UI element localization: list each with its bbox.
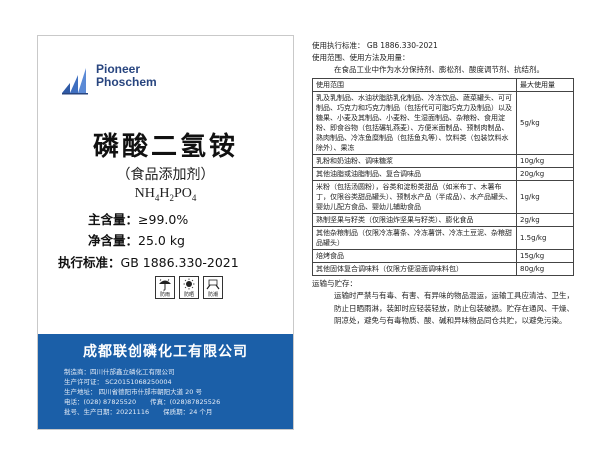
sun-icon: 防晒 — [179, 276, 199, 299]
net-weight-field: 净含量：25.0 kg — [88, 233, 185, 248]
chemical-formula: NH4H2PO4 — [134, 186, 197, 203]
logo-line-2: Phoschem — [96, 75, 157, 89]
header-scope: 使用范围 — [312, 78, 517, 92]
manufacturer-info: 制造商：四川什邡鑫立磷化工有限公司 生产许可证： SC2015106825000… — [64, 367, 220, 417]
batch-line: 批号、生产日期：20221116 保质期：24 个月 — [64, 408, 213, 416]
address-line: 生产地址： 四川省德阳市什邡市朝阳大道 20 号 — [64, 388, 202, 396]
storage-text: 运输时严禁与有毒、有害、有异味的物品混运，运输工具应清洁、卫生，防止日晒雨淋，装… — [334, 291, 574, 325]
header-max-dose: 最大使用量 — [516, 78, 574, 92]
table-row: 其他固体复合调味料（仅限方便湿面调味料包） 80g/kg — [312, 262, 574, 276]
logo-mark-icon — [60, 65, 90, 95]
table-row: 焙烤食品 15g/kg — [312, 249, 574, 263]
table-row: 乳粉和奶油粉、调味糖浆 10g/kg — [312, 154, 574, 168]
spec-standard: 使用执行标准： GB 1886.330-2021 — [312, 41, 438, 50]
company-logo: Pioneer Phoschem — [60, 63, 157, 95]
usage-table: 使用范围 最大使用量 乳及乳制品、水油状脂肪乳化制品、冷冻饮品、蔬菜罐头、可可制… — [312, 78, 574, 276]
standard-field: 执行标准：GB 1886.330-2021 — [58, 255, 239, 270]
table-row: 其他油脂或油脂制品、复合调味品 20g/kg — [312, 167, 574, 181]
umbrella-icon: 防雨 — [155, 276, 175, 299]
table-row: 熟制坚果与籽类（仅限油炸坚果与籽类）、膨化食品 2g/kg — [312, 213, 574, 227]
content-field: 主含量：≥99.0% — [88, 212, 189, 227]
product-bag: Pioneer Phoschem 磷酸二氢铵 （食品添加剂） NH4H2PO4 … — [37, 35, 294, 430]
table-row: 米粉（包括汤圆粉），谷类和淀粉类甜品（如米布丁、木薯布丁，仅限谷类甜品罐头）、预… — [312, 180, 574, 214]
spec-sheet: 使用执行标准： GB 1886.330-2021 使用范围、使用方法及用量： 在… — [312, 40, 574, 328]
product-name: 磷酸二氢铵 — [92, 132, 238, 162]
company-name: 成都联创磷化工有限公司 — [83, 344, 248, 360]
product-category: （食品添加剂） — [116, 167, 215, 183]
handling-pictograms: 防雨 防晒 防潮 — [155, 276, 223, 299]
contact-line: 电话：(028) 87825520 传真：(028)87825526 — [64, 398, 221, 406]
company-band: 成都联创磷化工有限公司 制造商：四川什邡鑫立磷化工有限公司 生产许可证： SC2… — [38, 334, 293, 429]
scope-description: 在食品工业中作为水分保持剂、膨松剂、酸度调节剂、抗结剂。 — [334, 65, 544, 74]
table-row: 乳及乳制品、水油状脂肪乳化制品、冷冻饮品、蔬菜罐头、可可制品、巧克力和巧克力制品… — [312, 91, 574, 155]
storage-title: 运输与贮存： — [312, 279, 357, 288]
hands-icon: 防潮 — [203, 276, 223, 299]
table-header-row: 使用范围 最大使用量 — [312, 78, 574, 92]
maker-line: 制造商：四川什邡鑫立磷化工有限公司 — [64, 368, 175, 376]
scope-title: 使用范围、使用方法及用量： — [312, 53, 410, 62]
license-line: 生产许可证： SC20151068250004 — [64, 378, 172, 386]
table-row: 其他杂粮制品（仅限冷冻薯条、冷冻薯饼、冷冻土豆泥、杂粮甜品罐头） 1.5g/kg — [312, 226, 574, 250]
